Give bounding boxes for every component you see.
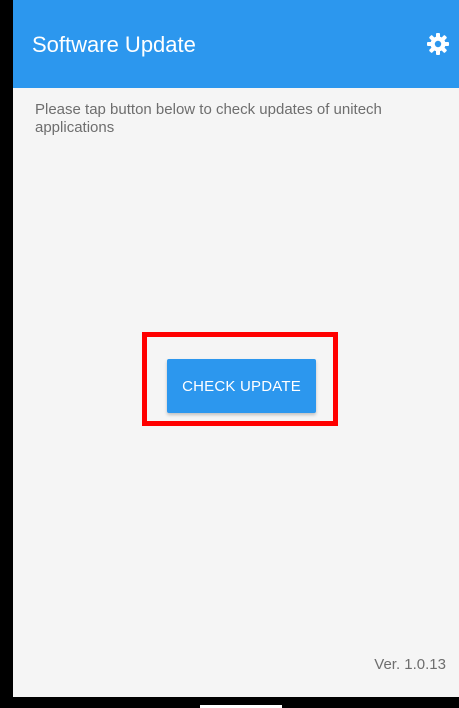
app-title: Software Update [32, 32, 196, 57]
check-update-button[interactable]: CHECK UPDATE [167, 359, 316, 413]
settings-gear-icon[interactable] [426, 32, 450, 56]
version-label: Ver. 1.0.13 [374, 656, 446, 673]
app-screen: Software Update Please tap button below … [13, 0, 459, 697]
gear-icon [427, 33, 449, 55]
instruction-text: Please tap button below to check updates… [35, 101, 382, 136]
app-bar: Software Update [13, 0, 459, 88]
